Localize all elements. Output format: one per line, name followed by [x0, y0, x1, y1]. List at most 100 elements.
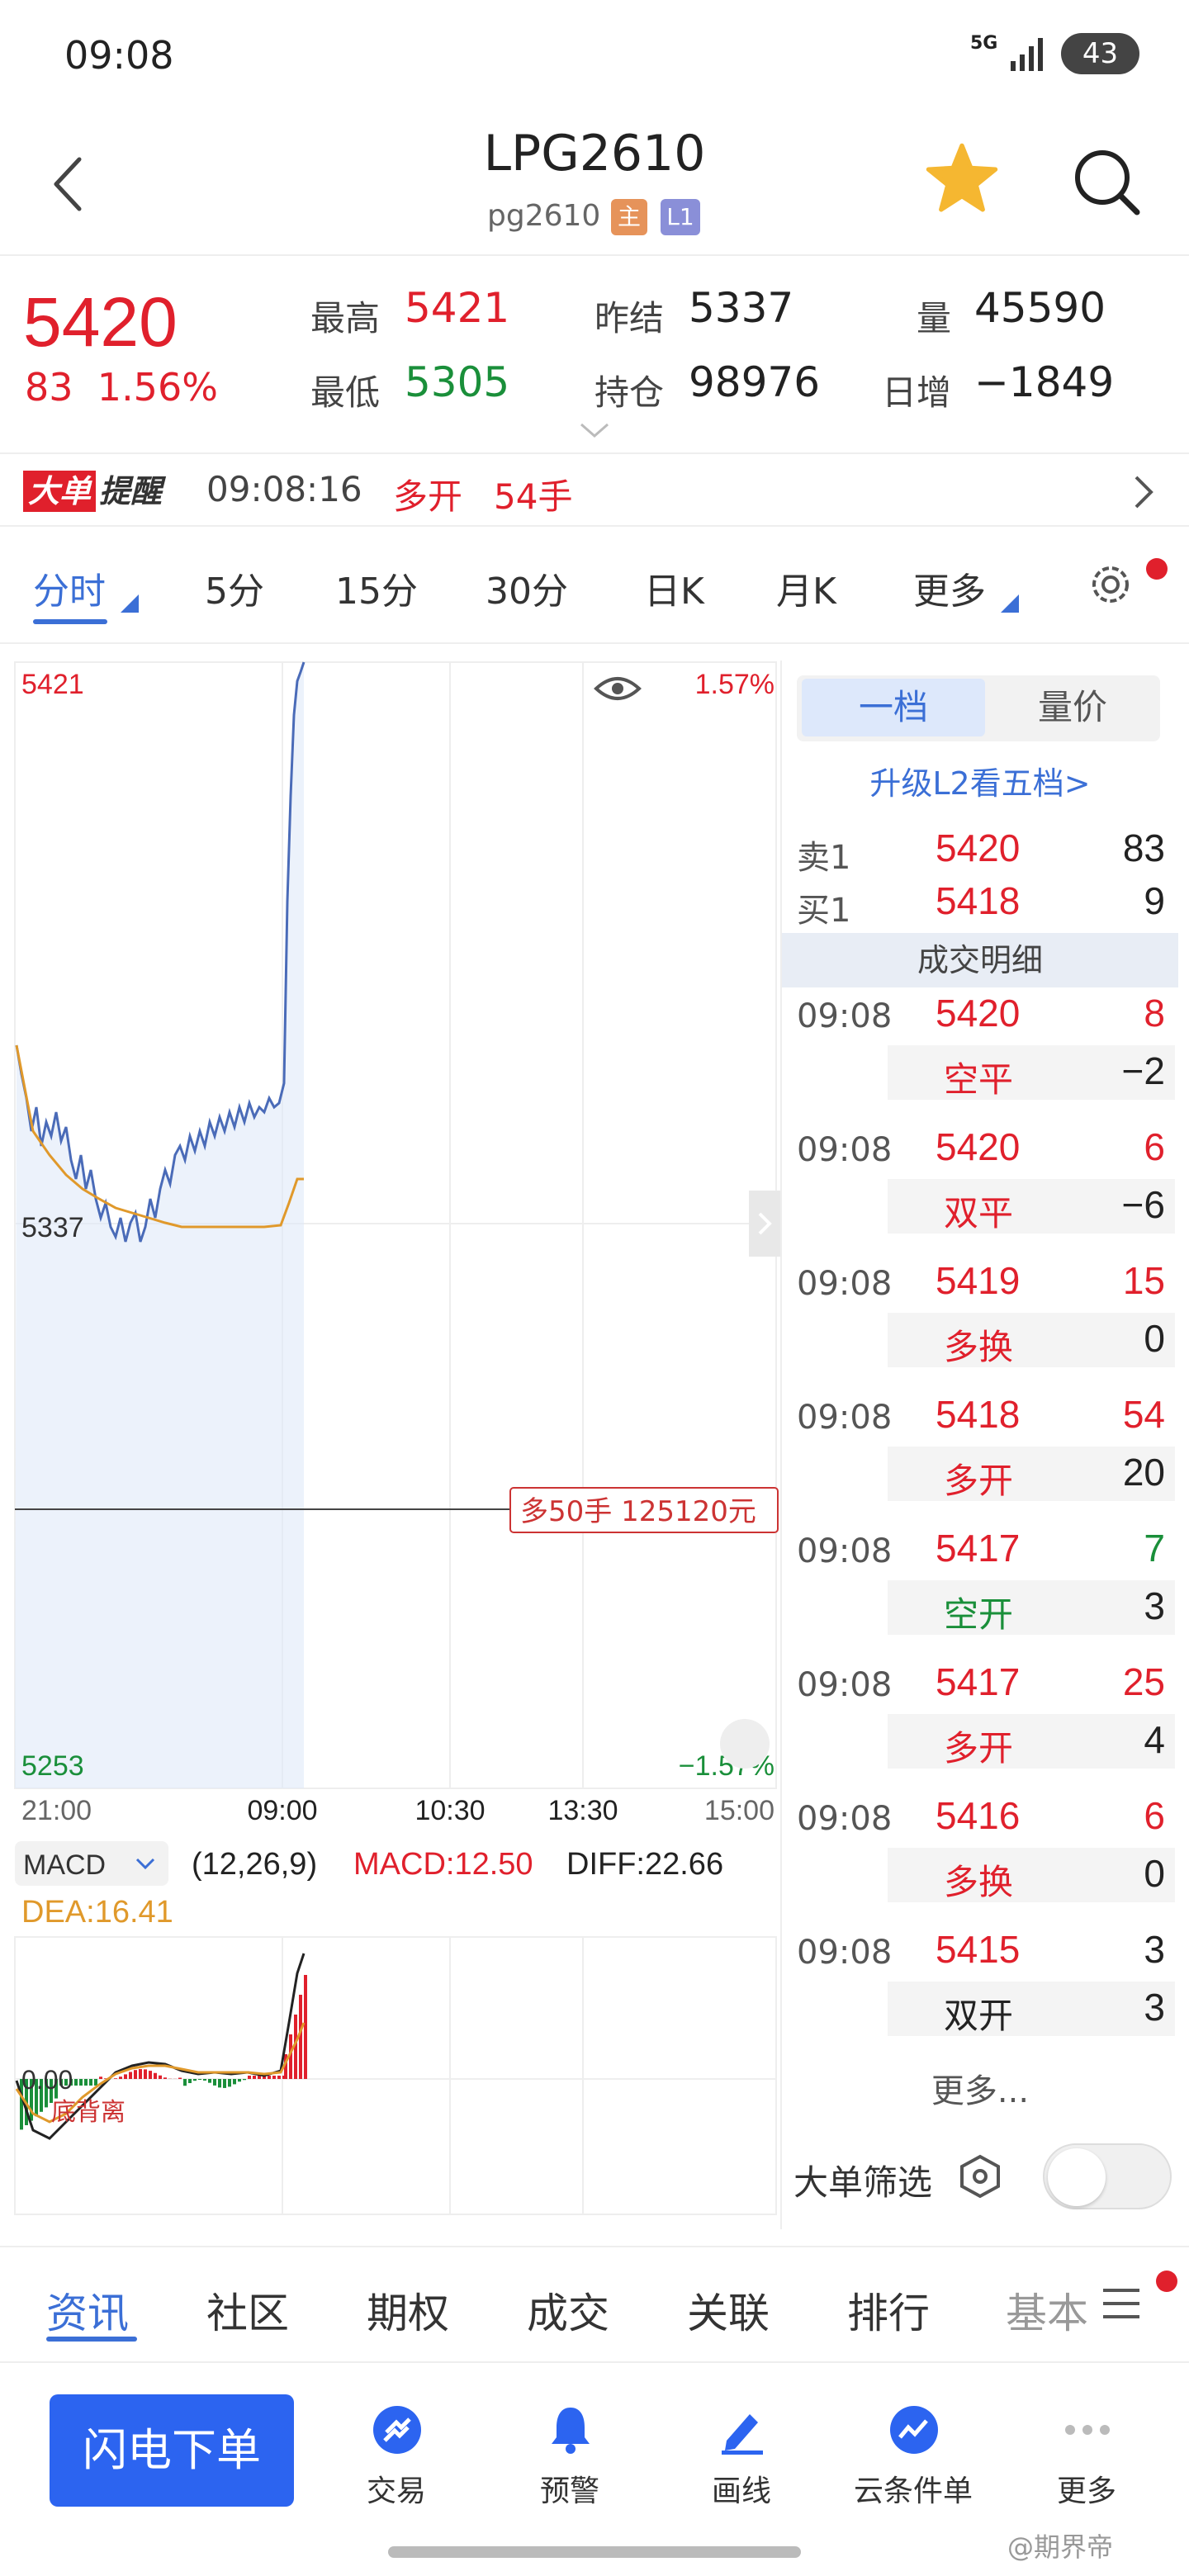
segment-volume-price[interactable]: 量价 — [985, 679, 1160, 736]
trade-time: 09:08 — [797, 1800, 893, 1838]
quick-order-button[interactable]: 闪电下单 — [50, 2394, 294, 2507]
trade-oi-delta: 3 — [1144, 1584, 1165, 1627]
macd-bar — [243, 2079, 246, 2081]
tab-30min[interactable]: 30分 — [486, 561, 568, 614]
chevron-down-icon[interactable] — [578, 421, 611, 441]
draw-button[interactable]: 画线 — [692, 2404, 791, 2520]
tab-monthly-k[interactable]: 月K — [776, 561, 836, 614]
time-tick: 10:30 — [414, 1795, 485, 1826]
intraday-chart[interactable]: 多50手 125120元 5421 1.57% 5337 5253 −1.57%… — [0, 652, 780, 2246]
open-interest-label: 持仓 — [594, 372, 665, 413]
tab-options[interactable]: 期权 — [367, 2280, 449, 2340]
divergence-label: 底背离 — [51, 2098, 126, 2127]
trade-type: 多换 — [944, 1862, 1014, 1902]
trade-type: 空平 — [944, 1059, 1014, 1100]
trade-detail-bg — [888, 1313, 1175, 1367]
macd-bar — [89, 2079, 92, 2086]
level-tag: L1 — [661, 199, 700, 235]
alert-button[interactable]: 预警 — [520, 2404, 619, 2520]
dropdown-corner-icon — [121, 594, 139, 613]
tab-ranking[interactable]: 排行 — [847, 2280, 930, 2340]
trade-time: 09:08 — [797, 1666, 893, 1704]
chart-canvas[interactable]: 多50手 125120元 5421 1.57% 5337 5253 −1.57%… — [0, 652, 780, 2246]
trade-type: 双开 — [944, 1996, 1014, 2036]
trade-label: 交易 — [366, 2474, 426, 2508]
macd-bar — [272, 2076, 276, 2079]
cloud-order-icon — [890, 2406, 938, 2454]
macd-bar — [253, 2076, 256, 2079]
cloud-order-button[interactable]: 云条件单 — [854, 2404, 973, 2520]
trade-volume: 3 — [1144, 1928, 1165, 1971]
trade-volume: 7 — [1144, 1527, 1165, 1570]
trade-detail-bg — [888, 1982, 1175, 2036]
alert-quantity: 54手 — [494, 476, 573, 517]
last-price: 5420 — [23, 283, 178, 361]
trade-oi-delta: −2 — [1121, 1049, 1165, 1092]
app-header: LPG2610 pg2610 主 L1 — [0, 111, 1189, 256]
filter-hexagon-icon[interactable] — [957, 2153, 1003, 2200]
home-indicator[interactable] — [388, 2546, 801, 2558]
tab-15min[interactable]: 15分 — [335, 561, 418, 614]
trade-oi-delta: 3 — [1144, 1986, 1165, 2029]
trade-volume: 54 — [1122, 1393, 1165, 1436]
battery-indicator: 43 — [1061, 33, 1139, 74]
reset-icon[interactable] — [720, 1719, 770, 1769]
trade-oi-delta: 0 — [1144, 1317, 1165, 1360]
tab-news[interactable]: 资讯 — [46, 2280, 129, 2340]
low-value: 5305 — [405, 358, 510, 406]
tab-community[interactable]: 社区 — [206, 2280, 289, 2340]
notification-dot — [1146, 558, 1168, 580]
big-order-alert[interactable]: 大单 提醒 09:08:16 多开 54手 — [0, 456, 1189, 527]
axis-mid-price: 5337 — [21, 1212, 84, 1243]
trade-time: 09:08 — [797, 1131, 893, 1169]
daily-increase-label: 日增 — [882, 372, 952, 413]
macd-bar — [154, 2072, 157, 2079]
macd-selector-label: MACD — [23, 1849, 106, 1881]
tab-daily-k[interactable]: 日K — [644, 561, 704, 614]
favorite-star-icon[interactable] — [925, 141, 999, 215]
trade-type: 多开 — [944, 1461, 1014, 1501]
order-tag-text: 多50手 125120元 — [520, 1495, 756, 1528]
collapse-handle-icon[interactable] — [749, 1191, 780, 1257]
trade-type: 空开 — [944, 1594, 1014, 1635]
big-order-filter-label: 大单筛选 — [793, 2162, 933, 2203]
tab-related[interactable]: 关联 — [687, 2280, 770, 2340]
time-tick: 13:30 — [547, 1795, 618, 1826]
signal-icon — [1011, 38, 1043, 71]
dropdown-corner-icon — [1001, 594, 1019, 613]
segment-level1[interactable]: 一档 — [802, 679, 985, 736]
macd-bar — [223, 2079, 226, 2088]
trade-price: 5420 — [936, 1125, 1021, 1168]
upgrade-l2-link[interactable]: 升级L2看五档> — [782, 758, 1178, 803]
tab-trades[interactable]: 成交 — [527, 2280, 609, 2340]
big-order-filter-toggle[interactable] — [1043, 2143, 1172, 2209]
search-icon[interactable] — [1069, 144, 1144, 219]
eye-icon[interactable] — [594, 677, 642, 700]
macd-bar — [163, 2077, 167, 2079]
axis-top-pct: 1.57% — [695, 669, 775, 700]
big-order-badge: 大单 提醒 — [23, 471, 180, 512]
tab-5min[interactable]: 5分 — [205, 561, 264, 614]
dea-value: DEA:16.41 — [21, 1895, 173, 1930]
menu-icon[interactable] — [1098, 2280, 1144, 2327]
open-interest-value: 98976 — [689, 358, 821, 406]
tab-more[interactable]: 更多 — [913, 561, 986, 614]
macd-bar — [304, 1975, 307, 2079]
macd-bar — [208, 2079, 211, 2083]
trade-type: 多换 — [944, 1327, 1014, 1367]
tab-fundamentals[interactable]: 基本 — [1006, 2280, 1088, 2340]
axis-bottom-price: 5253 — [21, 1750, 84, 1782]
network-indicator: 5G — [970, 33, 998, 54]
trade-oi-delta: −6 — [1121, 1183, 1165, 1226]
macd-value: MACD:12.50 — [353, 1847, 533, 1882]
more-trades-link[interactable]: 更多... — [782, 2064, 1178, 2112]
tab-intraday[interactable]: 分时 — [33, 561, 106, 614]
trade-button[interactable]: 交易 — [347, 2404, 446, 2520]
prev-settle-label: 昨结 — [594, 298, 665, 339]
macd-bar — [238, 2079, 241, 2082]
macd-bar — [277, 2076, 281, 2079]
chevron-right-icon[interactable] — [1131, 474, 1154, 510]
more-button[interactable]: 更多 — [1037, 2404, 1136, 2520]
gear-icon[interactable] — [1086, 560, 1135, 609]
trade-price: 5417 — [936, 1527, 1021, 1570]
